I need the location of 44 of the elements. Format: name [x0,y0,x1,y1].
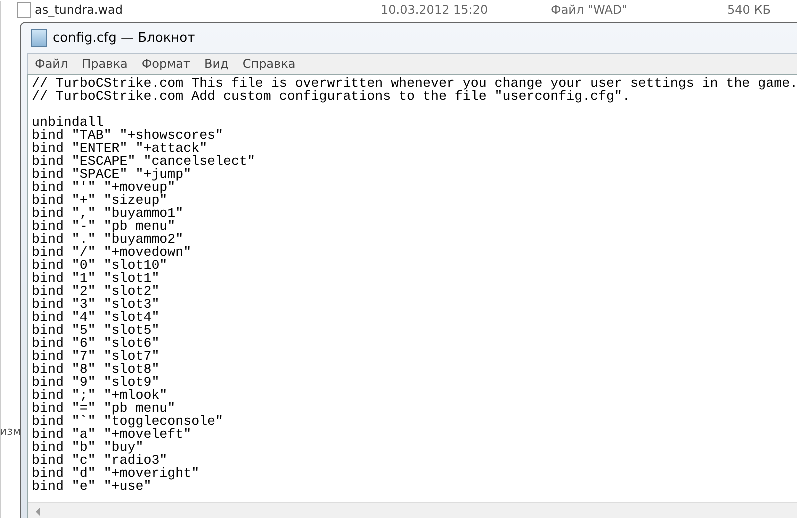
text-line: bind ";" "+mlook" [32,389,168,402]
text-line: bind "'" "+moveup" [32,181,176,194]
text-line: bind "d" "+moveright" [32,467,201,480]
text-line: bind "-" "pb menu" [32,220,176,233]
text-line: bind "`" "toggleconsole" [32,415,225,428]
text-line: bind "+" "sizeup" [32,194,168,207]
text-line: bind "e" "+use" [32,480,152,493]
text-line: bind "3" "slot3" [32,298,161,311]
file-name[interactable]: as_tundra.wad [31,3,381,17]
text-line: bind "5" "slot5" [32,324,161,337]
text-line: bind "=" "pb menu" [32,402,176,415]
text-line: bind "4" "slot4" [32,311,161,324]
notepad-icon [31,29,47,47]
text-line: bind "c" "radio3" [32,454,168,467]
text-line: bind "ESCAPE" "cancelselect" [32,155,256,168]
menu-item[interactable]: Формат [134,57,198,71]
horizontal-scrollbar[interactable] [28,502,797,518]
text-line: bind "." "buyammo2" [32,233,184,246]
text-line: bind "SPACE" "+jump" [32,168,193,181]
text-line: bind "ENTER" "+attack" [32,142,208,155]
file-date: 10.03.2012 15:20 [381,3,490,17]
text-line: bind "," "buyammo1" [32,207,185,220]
text-line: bind "8" "slot8" [32,363,161,376]
comment-line: // TurboCStrike.com Add custom configurations to the file "userconfig.cfg". [32,90,632,103]
text-line: bind "b" "buy" [32,441,144,454]
menu-item[interactable]: Правка [75,57,135,71]
comment-line: // TurboCStrike.com This file is overwritten whenever you change your user settings in the game. [32,77,797,90]
file-type: Файл "WAD" [551,3,629,17]
menu-item[interactable]: Справка [236,57,303,71]
file-size: 540 КБ [726,3,771,17]
text-line: bind "2" "slot2" [32,285,161,298]
text-line: bind "/" "+movedown" [32,246,193,259]
menu-item[interactable]: Вид [198,57,236,71]
text-line: unbindall [32,116,104,129]
text-line: bind "9" "slot9" [32,376,160,389]
text-line: bind "TAB" "+showscores" [32,129,225,142]
text-line: bind "6" "slot6" [32,337,161,350]
text-line: bind "0" "slot10" [32,259,169,272]
text-line: bind "1" "slot1" [32,272,161,285]
window-title: config.cfg — Блокнот [53,30,196,46]
scroll-left-icon[interactable] [36,508,40,516]
text-line: bind "a" "+moveleft" [32,428,192,441]
text-line: bind "7" "slot7" [32,350,161,363]
menu-item[interactable]: Файл [28,57,76,71]
